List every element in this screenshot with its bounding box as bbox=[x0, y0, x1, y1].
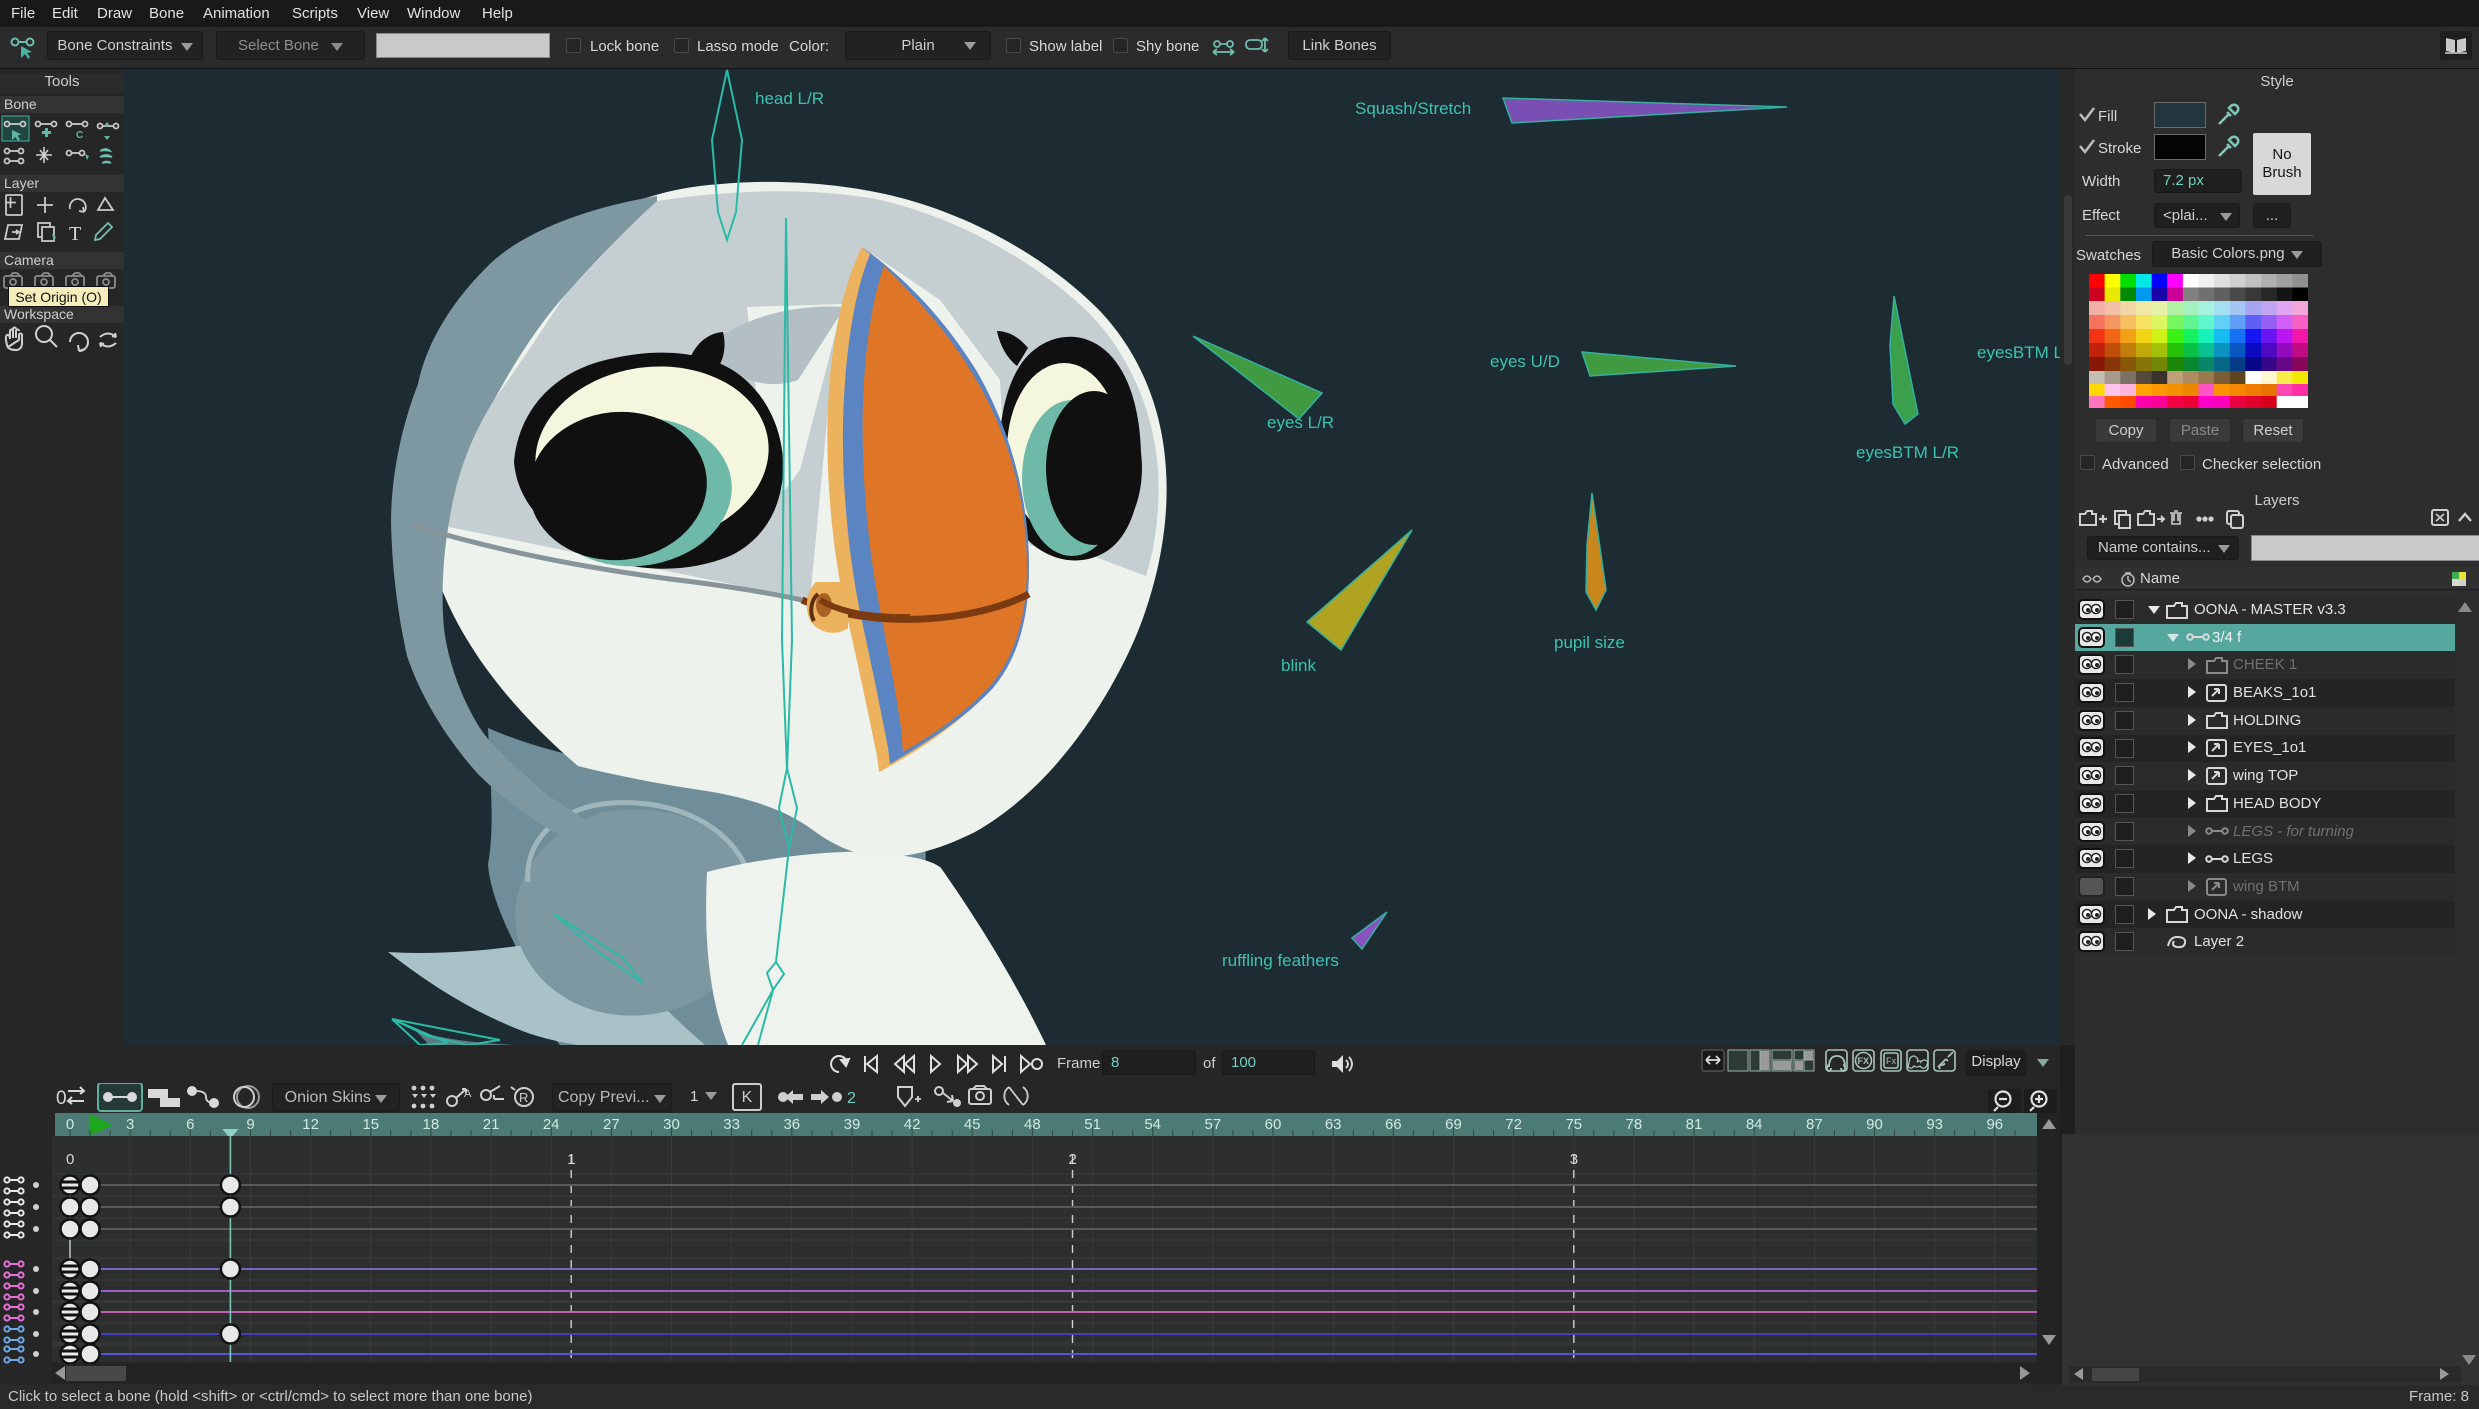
svg-text:eyes U/D: eyes U/D bbox=[1490, 352, 1560, 371]
svg-text:eyesBTM L: eyesBTM L bbox=[1977, 343, 2060, 362]
svg-text:T: T bbox=[69, 223, 81, 245]
svg-text:eyes L/R: eyes L/R bbox=[1267, 413, 1334, 432]
svg-text:Squash/Stretch: Squash/Stretch bbox=[1355, 99, 1471, 118]
svg-text:blink: blink bbox=[1281, 656, 1316, 675]
svg-text:2: 2 bbox=[1069, 1151, 1077, 1168]
svg-text:head L/R: head L/R bbox=[755, 89, 824, 108]
svg-text:C: C bbox=[76, 130, 83, 141]
svg-text:0: 0 bbox=[66, 1151, 74, 1168]
svg-text:eyesBTM L/R: eyesBTM L/R bbox=[1856, 443, 1959, 462]
svg-text:ruffling feathers: ruffling feathers bbox=[1222, 951, 1339, 970]
svg-text:1: 1 bbox=[567, 1151, 575, 1168]
svg-text:3: 3 bbox=[1570, 1151, 1578, 1168]
svg-text:pupil size: pupil size bbox=[1554, 633, 1625, 652]
